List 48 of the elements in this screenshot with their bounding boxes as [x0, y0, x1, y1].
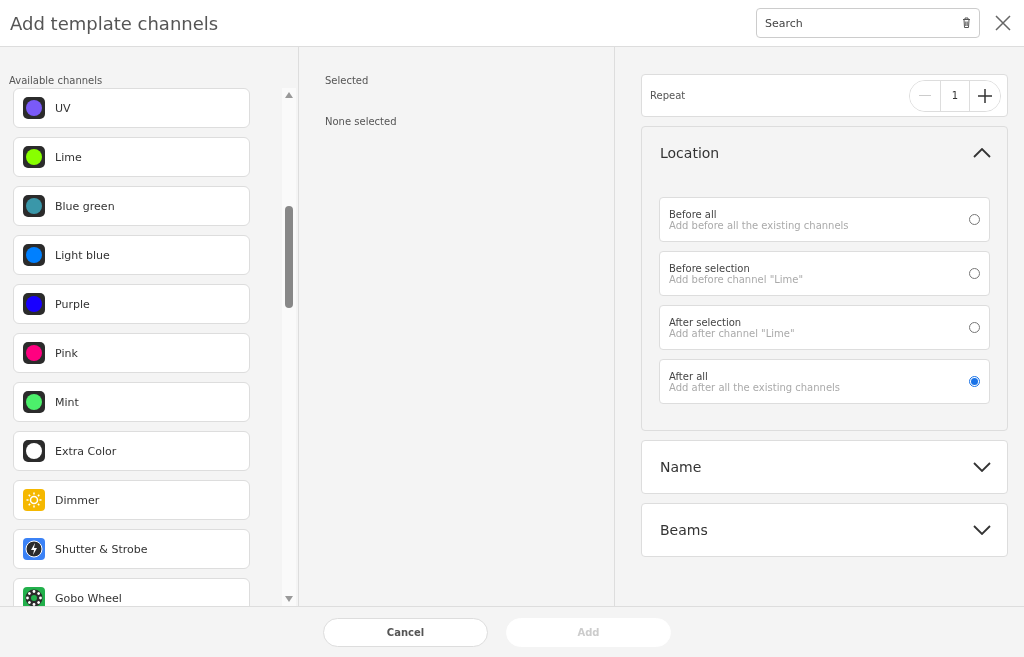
chevron-up-icon: [973, 148, 991, 158]
chevron-down-icon: [973, 525, 991, 535]
channel-card[interactable]: Dimmer: [13, 480, 250, 520]
option-title: After all: [669, 370, 709, 382]
section-header[interactable]: Location: [642, 127, 1007, 179]
location-option[interactable]: After selection Add after channel "Lime": [659, 305, 990, 350]
location-option[interactable]: Before selection Add before channel "Lime": [659, 251, 990, 296]
trash-icon[interactable]: [962, 17, 971, 28]
window-title: Add template channels: [10, 12, 220, 34]
option-description: Add after channel "Lime": [669, 327, 796, 339]
channel-card[interactable]: Lime: [13, 137, 250, 177]
repeat-stepper[interactable]: 1: [909, 79, 1001, 112]
channel-card[interactable]: Gobo Wheel: [13, 578, 250, 606]
scrollbar-thumb[interactable]: [285, 206, 293, 308]
channel-card[interactable]: Purple: [13, 284, 250, 324]
sun-icon: [23, 489, 45, 511]
channel-card[interactable]: Pink: [13, 333, 250, 373]
scroll-down-arrow-icon[interactable]: [285, 596, 293, 602]
option-title: Before all: [669, 208, 718, 220]
channel-card[interactable]: UV: [13, 88, 250, 128]
search-field[interactable]: Search: [756, 8, 980, 38]
chevron-down-icon: [973, 462, 991, 472]
minus-icon: [919, 94, 931, 97]
option-title: Before selection: [669, 262, 751, 274]
location-option[interactable]: Before all Add before all the existing channels: [659, 197, 990, 242]
channel-card[interactable]: Shutter & Strobe: [13, 529, 250, 569]
option-description: Add before channel "Lime": [669, 273, 805, 285]
column-label: Available channels: [8, 75, 104, 88]
empty-message: None selected: [325, 116, 398, 127]
column-label: Selected: [325, 75, 370, 86]
section-header[interactable]: Name: [642, 441, 1007, 493]
radio-button[interactable]: [969, 376, 980, 387]
scrollbar[interactable]: [282, 88, 296, 606]
repeat-label: Repeat: [650, 90, 686, 101]
option-description: Add before all the existing channels: [669, 219, 850, 231]
plus-icon: [978, 88, 992, 103]
cancel-button[interactable]: Cancel: [323, 617, 488, 647]
section-header[interactable]: Beams: [642, 504, 1007, 556]
channel-card[interactable]: Blue green: [13, 186, 250, 226]
gobo-wheel-icon: [23, 587, 45, 606]
channel-card[interactable]: Light blue: [13, 235, 250, 275]
option-description: Add after all the existing channels: [669, 381, 842, 393]
channel-card[interactable]: Mint: [13, 382, 250, 422]
option-title: After selection: [669, 316, 743, 328]
channel-card[interactable]: Extra Color: [13, 431, 250, 471]
location-option[interactable]: After all Add after all the existing channels: [659, 359, 990, 404]
lightning-icon: [23, 538, 45, 560]
scroll-up-arrow-icon[interactable]: [285, 92, 293, 98]
